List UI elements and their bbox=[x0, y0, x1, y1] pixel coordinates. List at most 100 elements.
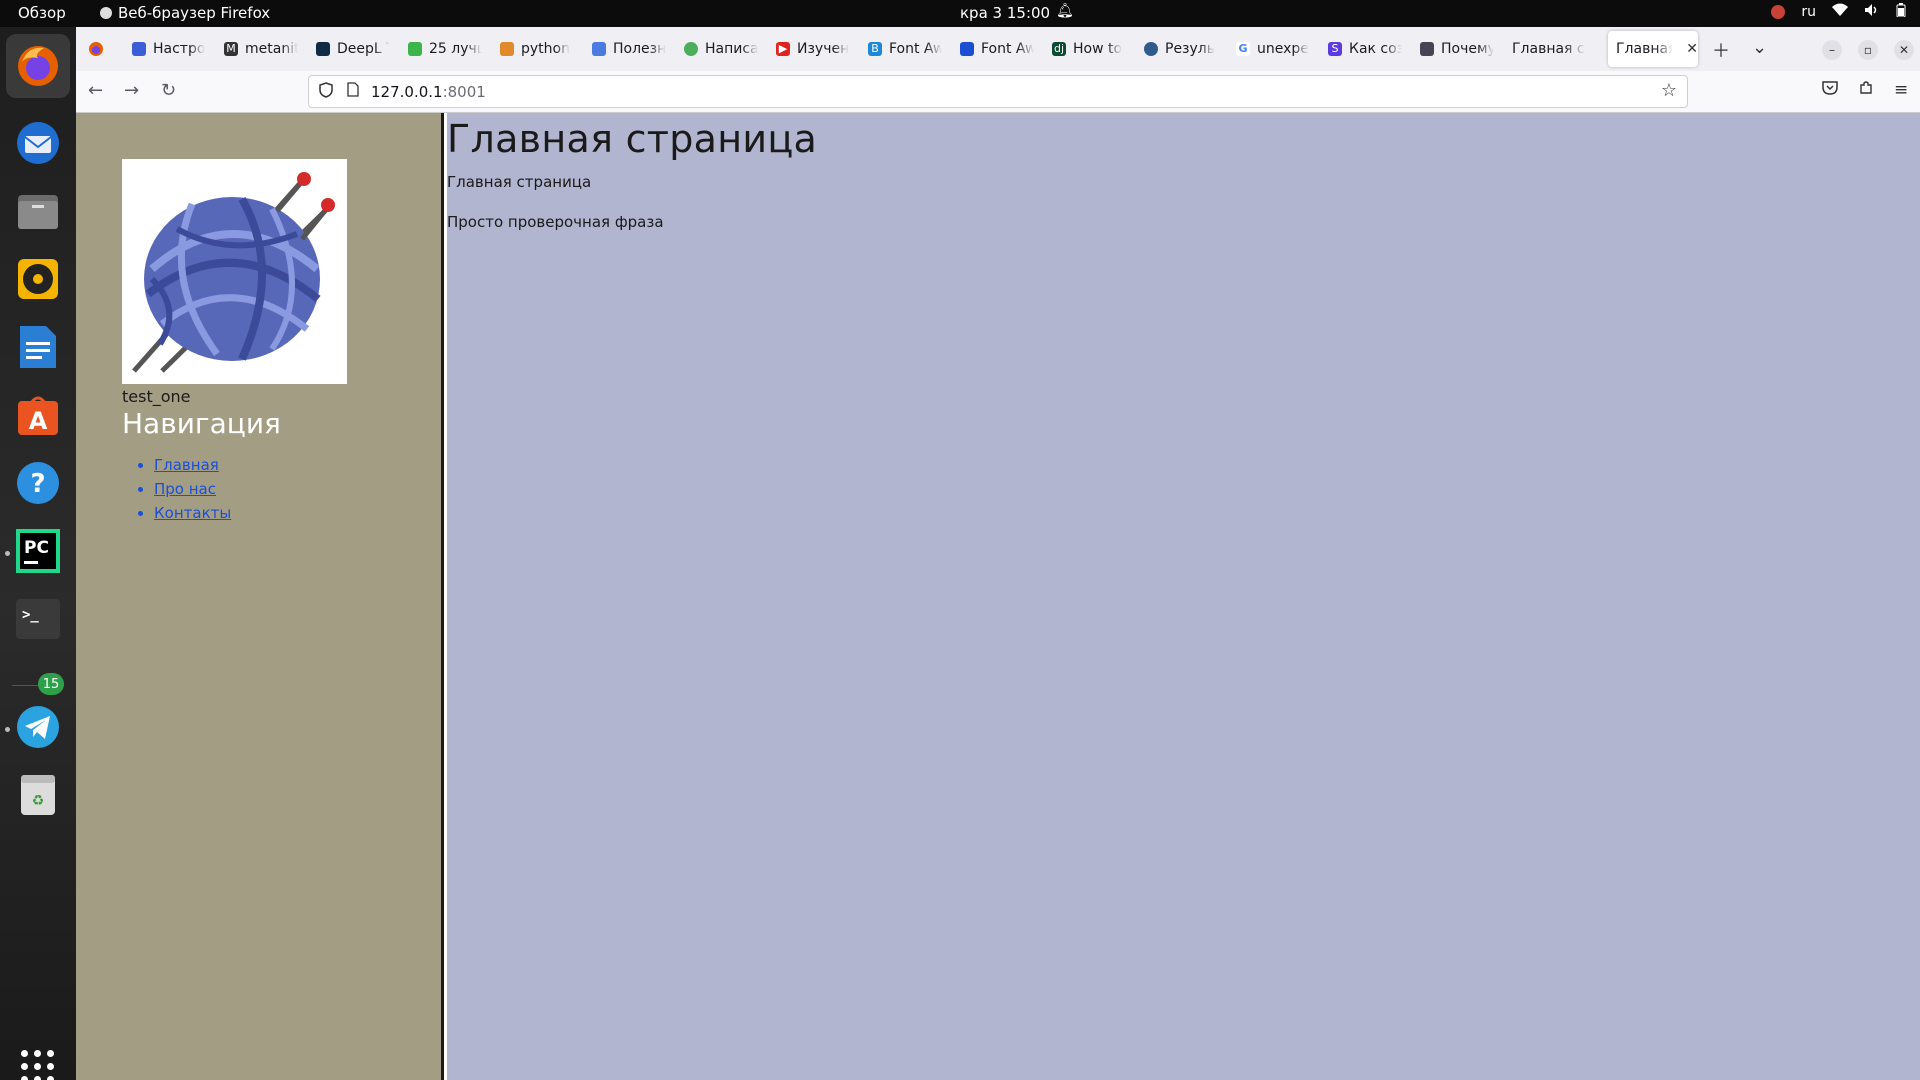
tab[interactable]: S Как соз bbox=[1324, 31, 1402, 67]
navigation-list: Главная Про нас Контакты bbox=[154, 453, 231, 525]
google-icon: G bbox=[1236, 42, 1250, 56]
close-window-button[interactable]: ✕ bbox=[1894, 40, 1914, 60]
clock[interactable]: кра 3 15:00 bbox=[960, 4, 1050, 22]
pycharm-icon[interactable]: PC bbox=[14, 527, 62, 575]
tab[interactable]: B Font Aw bbox=[864, 31, 942, 67]
close-tab-icon[interactable]: ✕ bbox=[1686, 41, 1698, 57]
main-content: Главная страница Главная страница Просто… bbox=[447, 113, 1920, 1080]
active-app-name: Веб-браузер Firefox bbox=[118, 4, 271, 22]
bootstrap-icon: B bbox=[868, 42, 882, 56]
youtube-icon: ▶ bbox=[776, 42, 790, 56]
nav-link-home[interactable]: Главная bbox=[154, 456, 219, 474]
writer-icon[interactable] bbox=[14, 323, 62, 371]
tab[interactable]: Mmetanit bbox=[220, 31, 298, 67]
tab[interactable]: Почему bbox=[1416, 31, 1494, 67]
svg-text:?: ? bbox=[30, 469, 45, 499]
list-item: Контакты bbox=[154, 501, 231, 525]
paragraph: Просто проверочная фраза bbox=[447, 213, 664, 231]
tab[interactable]: DeepL T bbox=[312, 31, 390, 67]
document-icon bbox=[592, 42, 606, 56]
svg-text:A: A bbox=[29, 407, 48, 435]
settings-icon bbox=[132, 42, 146, 56]
nav-link-contacts[interactable]: Контакты bbox=[154, 504, 231, 522]
pocket-icon[interactable] bbox=[1822, 80, 1838, 101]
bookmark-star-icon[interactable]: ☆ bbox=[1661, 80, 1677, 101]
wifi-icon bbox=[1832, 3, 1848, 21]
minimize-button[interactable]: – bbox=[1822, 40, 1842, 60]
notification-bell-icon: 🔔︎ bbox=[1056, 3, 1074, 19]
gear-icon bbox=[1144, 42, 1158, 56]
tab[interactable]: dj How to bbox=[1048, 31, 1126, 67]
tracking-shield-icon[interactable] bbox=[319, 82, 333, 102]
tab[interactable]: Полезн bbox=[588, 31, 666, 67]
list-tabs-chevron-icon[interactable]: ⌄ bbox=[1752, 37, 1767, 58]
address-bar[interactable]: 127.0.0.1:8001 ☆ bbox=[308, 75, 1688, 108]
running-indicator bbox=[5, 551, 10, 556]
telegram-icon[interactable] bbox=[14, 703, 62, 751]
back-arrow-icon[interactable]: ← bbox=[88, 80, 103, 101]
forward-arrow-icon[interactable]: → bbox=[124, 80, 139, 101]
reload-icon[interactable]: ↻ bbox=[161, 80, 176, 101]
flame-icon bbox=[500, 42, 514, 56]
nav-link-about[interactable]: Про нас bbox=[154, 480, 216, 498]
battery-icon bbox=[1896, 3, 1906, 21]
bolt-icon bbox=[408, 42, 422, 56]
tab[interactable]: 25 лучш bbox=[404, 31, 482, 67]
firefox-window: Настро Mmetanit DeepL T 25 лучш python П… bbox=[76, 27, 1920, 1080]
dock: A ? PC >_ 15 ♻ bbox=[0, 27, 76, 1080]
svg-text:PC: PC bbox=[24, 538, 49, 558]
system-top-bar: Обзор Веб-браузер Firefox кра 3 15:00 🔔︎… bbox=[0, 0, 1920, 27]
list-item: Главная bbox=[154, 453, 231, 477]
system-tray[interactable]: ru bbox=[1771, 3, 1906, 21]
s-icon: S bbox=[1328, 42, 1342, 56]
app-center-icon[interactable]: A bbox=[14, 391, 62, 439]
tab[interactable]: Gunexpe bbox=[1232, 31, 1310, 67]
photo-icon bbox=[1420, 42, 1434, 56]
show-apps-icon[interactable] bbox=[21, 1050, 55, 1080]
keyboard-layout[interactable]: ru bbox=[1801, 4, 1816, 20]
tab[interactable]: python bbox=[496, 31, 574, 67]
new-tab-button[interactable]: ＋ bbox=[1712, 37, 1730, 63]
firefox-small-icon bbox=[100, 7, 112, 19]
navigation-heading: Навигация bbox=[122, 407, 281, 440]
maximize-button[interactable]: ▫ bbox=[1858, 40, 1878, 60]
files-icon[interactable] bbox=[14, 187, 62, 235]
tab[interactable]: Написа bbox=[680, 31, 758, 67]
thunderbird-icon[interactable] bbox=[14, 119, 62, 167]
svg-text:>_: >_ bbox=[22, 607, 39, 623]
terminal-icon[interactable]: >_ bbox=[14, 595, 62, 643]
rhythmbox-icon[interactable] bbox=[14, 255, 62, 303]
help-icon[interactable]: ? bbox=[14, 459, 62, 507]
list-item: Про нас bbox=[154, 477, 231, 501]
unread-badge: 15 bbox=[38, 673, 64, 695]
django-forum-icon bbox=[684, 42, 698, 56]
svg-text:♻: ♻ bbox=[32, 793, 45, 809]
tab-active[interactable]: Главная ✕ bbox=[1608, 31, 1698, 67]
screen-record-icon[interactable] bbox=[1771, 5, 1786, 19]
page-viewport: test_one Навигация Главная Про нас Конта… bbox=[76, 113, 1920, 1080]
sidebar: test_one Навигация Главная Про нас Конта… bbox=[76, 113, 444, 1080]
firefox-icon[interactable] bbox=[6, 34, 70, 98]
menu-hamburger-icon[interactable]: ≡ bbox=[1894, 80, 1908, 100]
page-info-icon[interactable] bbox=[347, 82, 359, 101]
navigation-toolbar: ← → ↻ 127.0.0.1:8001 ☆ ≡ bbox=[76, 71, 1920, 113]
trash-icon[interactable]: ♻ bbox=[14, 771, 62, 819]
deepl-icon bbox=[316, 42, 330, 56]
tab-strip: Настро Mmetanit DeepL T 25 лучш python П… bbox=[76, 27, 1920, 71]
paragraph: Главная страница bbox=[447, 173, 592, 191]
tab[interactable]: ▶ Изучен bbox=[772, 31, 850, 67]
tab[interactable]: Настро bbox=[128, 31, 206, 67]
active-app-menu[interactable]: Веб-браузер Firefox bbox=[100, 4, 270, 22]
tab[interactable]: Резуль bbox=[1140, 31, 1218, 67]
django-icon: dj bbox=[1052, 42, 1066, 56]
url-text[interactable]: 127.0.0.1:8001 bbox=[371, 83, 486, 101]
firefox-view-button[interactable] bbox=[84, 31, 108, 67]
yarn-ball-logo bbox=[122, 159, 347, 384]
tab[interactable]: Главная ст bbox=[1508, 31, 1586, 67]
tab[interactable]: Font Aw bbox=[956, 31, 1034, 67]
metanit-icon: M bbox=[224, 42, 238, 56]
page-title: Главная страница bbox=[447, 117, 818, 161]
extensions-icon[interactable] bbox=[1858, 80, 1874, 101]
activities-button[interactable]: Обзор bbox=[18, 4, 66, 22]
running-indicator bbox=[5, 727, 10, 732]
